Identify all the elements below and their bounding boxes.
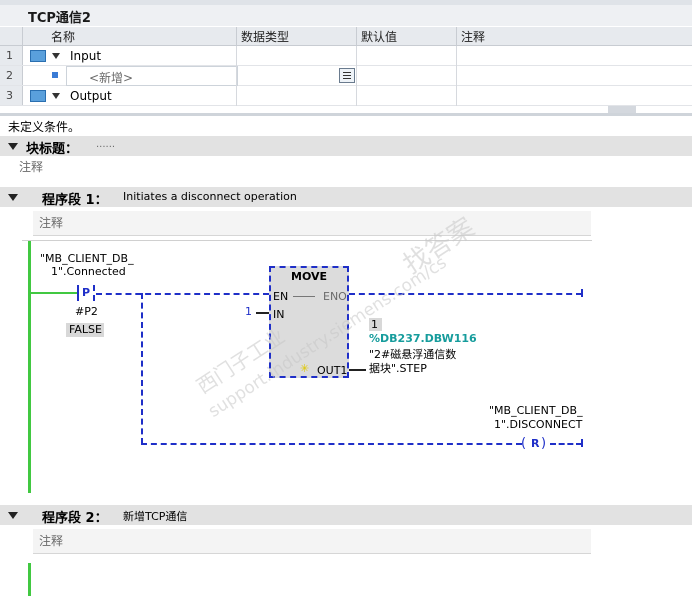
- block-title-value[interactable]: ......: [96, 139, 115, 150]
- in-pin: IN: [273, 308, 285, 321]
- column-header-datatype[interactable]: 数据类型: [237, 27, 357, 46]
- out-tag[interactable]: 据块".STEP: [369, 360, 427, 376]
- coil-operand[interactable]: 1".DISCONNECT: [494, 418, 582, 431]
- interface-row-add-new[interactable]: 2 <新增>: [0, 66, 692, 86]
- network-1-label: 程序段 1：: [42, 193, 108, 208]
- network-2-title[interactable]: 新增TCP通信: [123, 508, 187, 524]
- in-wire: [256, 312, 269, 314]
- new-parameter-input[interactable]: <新增>: [66, 66, 238, 86]
- expand-arrow-icon[interactable]: [52, 93, 60, 99]
- interface-row-output[interactable]: 3 Output: [0, 86, 692, 106]
- row-number: 3: [0, 86, 23, 105]
- coil-operand[interactable]: "MB_CLIENT_DB_: [489, 404, 583, 417]
- edge-contact-symbol[interactable]: P: [82, 286, 90, 299]
- block-title-band[interactable]: 块标题： ......: [0, 136, 692, 157]
- network-1-header[interactable]: 程序段 1： Initiates a disconnect operation: [0, 187, 692, 208]
- column-divider: [456, 46, 457, 106]
- collapse-arrow-icon[interactable]: [8, 194, 18, 201]
- interface-title: TCP通信2: [28, 11, 91, 26]
- network-1-title[interactable]: Initiates a disconnect operation: [123, 190, 297, 203]
- wire: [141, 443, 522, 445]
- reset-coil[interactable]: ( R ): [520, 435, 550, 453]
- wire: [96, 293, 269, 295]
- network-2-label: 程序段 2：: [42, 511, 108, 526]
- wire-end: [581, 439, 583, 447]
- network-2-comment-box[interactable]: 注释: [33, 529, 591, 554]
- out-address[interactable]: %DB237.DBW116: [369, 332, 477, 345]
- collapse-arrow-icon[interactable]: [8, 512, 18, 519]
- interface-row-input[interactable]: 1 Input: [0, 46, 692, 66]
- row-name: Output: [70, 89, 112, 103]
- interface-section-icon: [30, 90, 46, 102]
- row-number: 1: [0, 46, 23, 65]
- out-pin: OUT1: [317, 364, 348, 377]
- collapse-arrow-icon[interactable]: [8, 143, 18, 150]
- powered-wire: [31, 292, 77, 294]
- power-rail: [28, 241, 31, 493]
- block-title-label: 块标题：: [26, 142, 79, 157]
- wire: [141, 293, 143, 444]
- contact-left-bar: [77, 285, 79, 301]
- edge-memory-operand[interactable]: #P2: [75, 305, 98, 318]
- block-comment[interactable]: 注释: [19, 158, 43, 175]
- wire-end: [581, 289, 583, 297]
- en-eno-link: [293, 296, 315, 297]
- status-value-badge: FALSE: [66, 323, 104, 337]
- network-divider: [22, 240, 592, 241]
- en-pin: EN: [273, 290, 289, 303]
- row-name: Input: [70, 49, 102, 63]
- interface-title-bar: TCP通信2: [0, 5, 692, 26]
- wire: [550, 443, 582, 445]
- column-header-default[interactable]: 默认值: [357, 27, 457, 46]
- expand-arrow-icon[interactable]: [52, 53, 60, 59]
- contact-operand[interactable]: 1".Connected: [51, 265, 126, 278]
- splitter-bar[interactable]: [0, 113, 692, 116]
- move-title: MOVE: [291, 270, 328, 283]
- row-number: 2: [0, 66, 23, 85]
- contact-right-bar: [93, 285, 95, 301]
- splitter-scroll-arrows[interactable]: [608, 106, 636, 113]
- column-header-comment[interactable]: 注释: [457, 27, 692, 46]
- network-1-comment-box[interactable]: 注释: [33, 211, 591, 236]
- eno-pin: ENO: [323, 290, 347, 303]
- header-corner: [0, 27, 23, 46]
- column-header-name[interactable]: 名称: [23, 27, 237, 46]
- undefined-condition-text: 未定义条件。: [8, 120, 81, 134]
- column-divider: [236, 46, 237, 106]
- out-wire: [349, 369, 366, 371]
- parameter-icon: [52, 72, 58, 78]
- power-rail: [28, 563, 31, 596]
- network-2-header[interactable]: 程序段 2： 新增TCP通信: [0, 505, 692, 526]
- interface-section-icon: [30, 50, 46, 62]
- contact-operand[interactable]: "MB_CLIENT_DB_: [40, 252, 134, 265]
- datatype-picker-icon[interactable]: [339, 68, 355, 83]
- column-divider: [356, 46, 357, 106]
- in-operand-value[interactable]: 1: [245, 305, 252, 318]
